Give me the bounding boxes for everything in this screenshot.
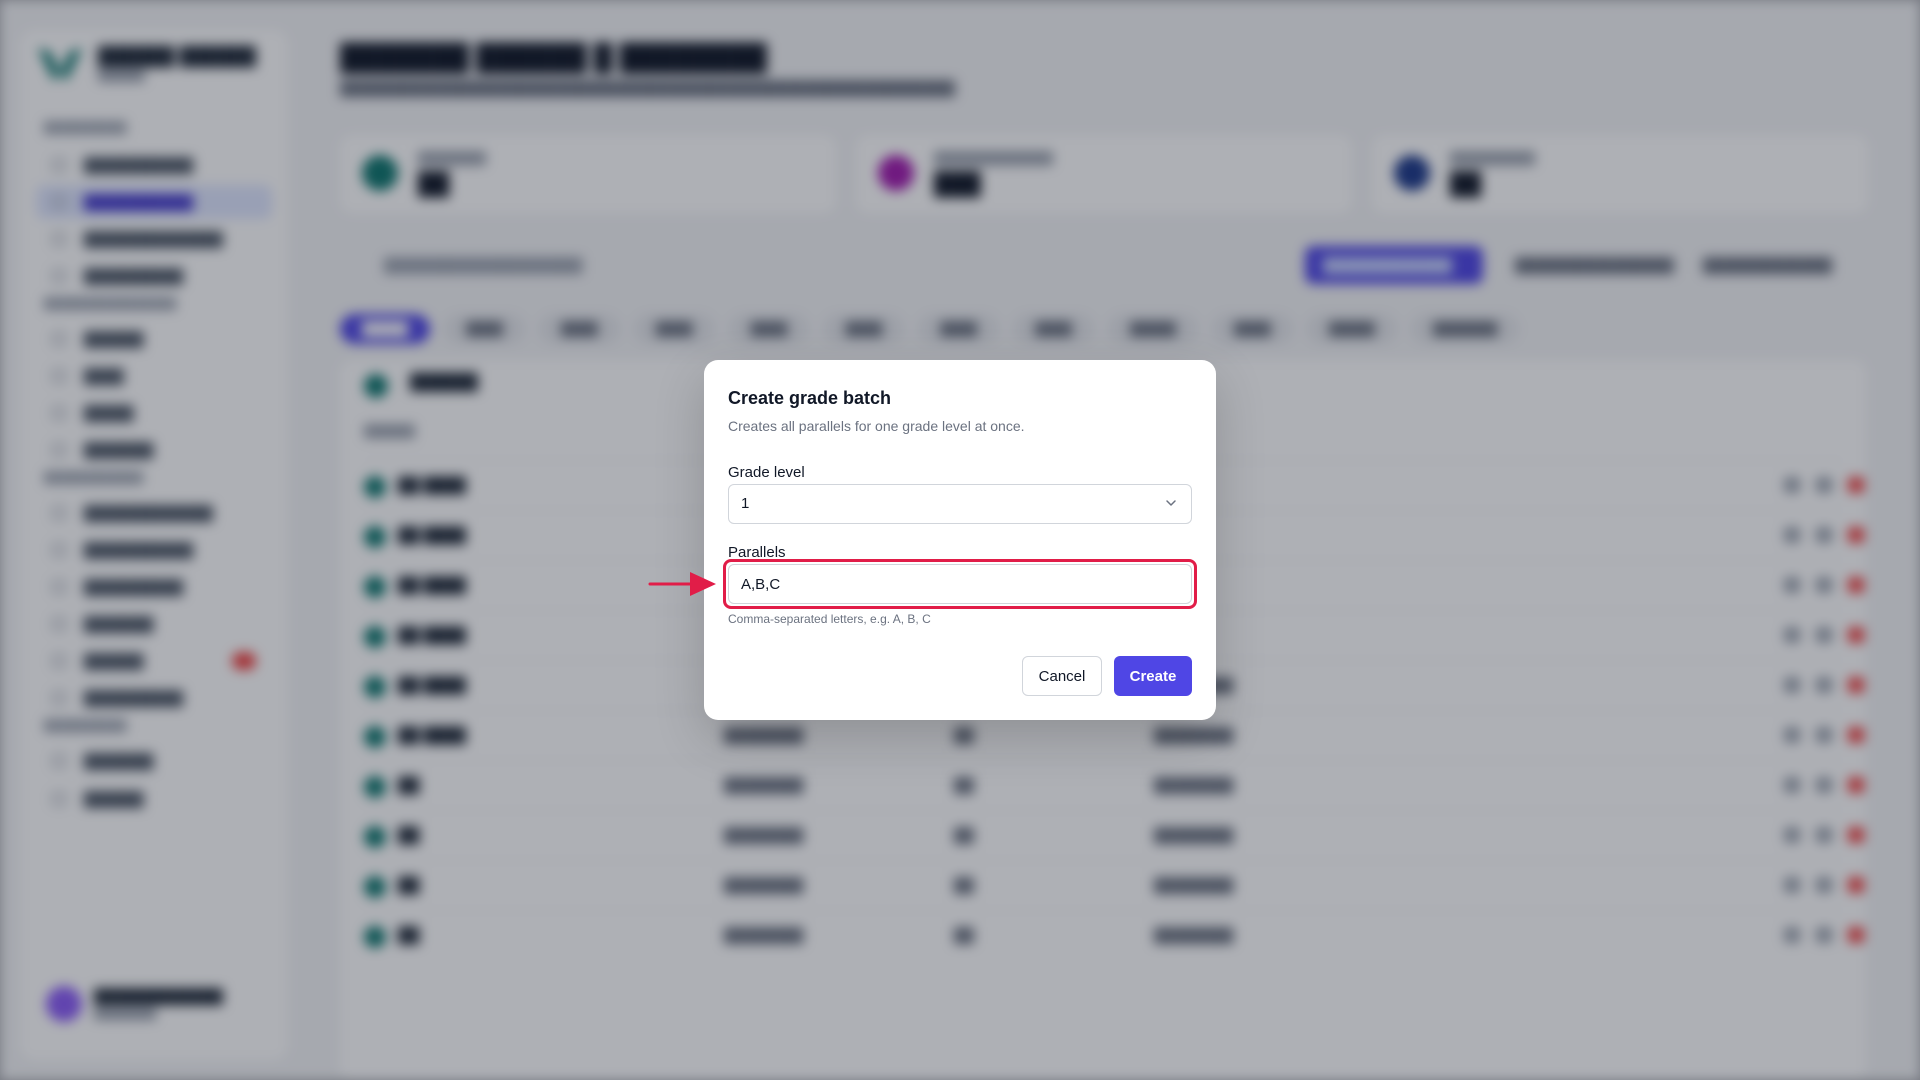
cancel-button[interactable]: Cancel xyxy=(1022,656,1102,696)
dialog-title: Create grade batch xyxy=(728,388,892,408)
create-button[interactable]: Create xyxy=(1114,656,1192,696)
parallels-input[interactable] xyxy=(728,564,1192,604)
dialog-description: Creates all parallels for one grade leve… xyxy=(728,418,1025,434)
parallels-label: Parallels xyxy=(728,544,786,561)
grade-level-label: Grade level xyxy=(728,464,805,481)
parallels-hint: Comma-separated letters, e.g. A, B, C xyxy=(728,612,931,626)
arrow-right-icon xyxy=(648,572,716,596)
create-grade-batch-dialog: Create grade batch Creates all parallels… xyxy=(704,360,1216,720)
chevron-down-icon xyxy=(1166,500,1176,506)
grade-level-value: 1 xyxy=(741,495,750,512)
grade-level-select[interactable]: 1 xyxy=(728,484,1192,524)
